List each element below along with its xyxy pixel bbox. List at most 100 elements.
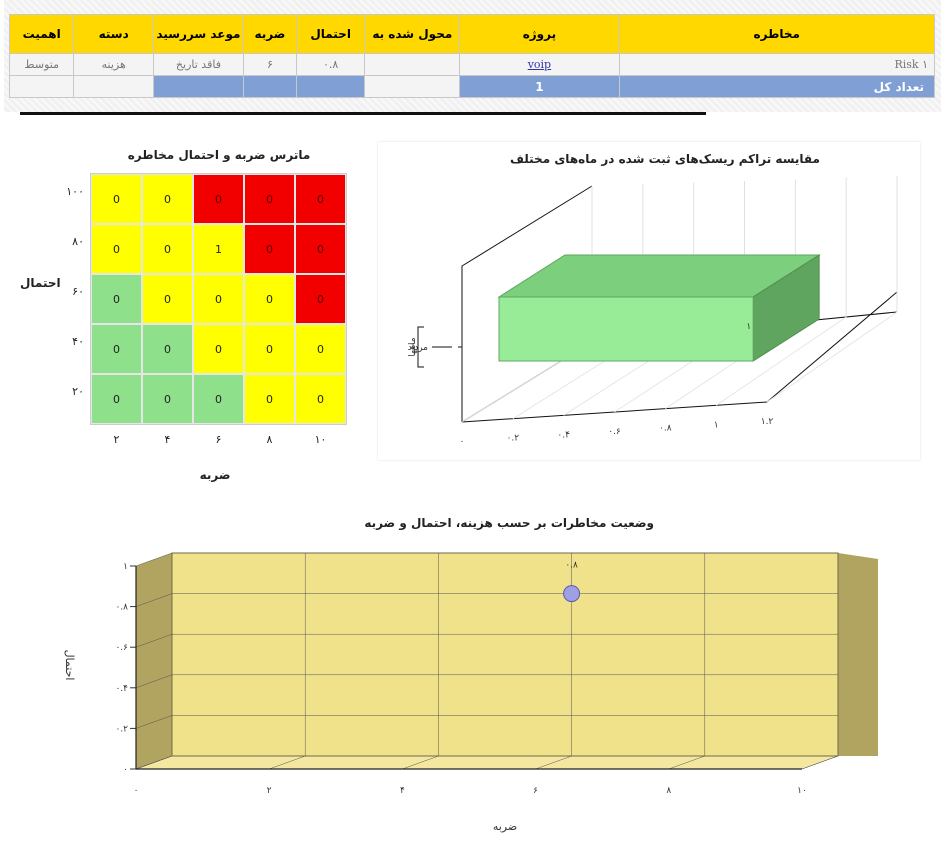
project-link[interactable]: voip <box>528 58 551 71</box>
x-tick-label: ۸ <box>666 786 671 796</box>
table-header-row: مخاطره پروژه محول شده به احتمال ضربه موع… <box>8 14 936 54</box>
impact-cell: ۶ <box>242 53 297 76</box>
y-tick-label: ۰.۲ <box>115 724 128 734</box>
risk-matrix-panel: ماترس ضربه و احتمال مخاطره 0000000100000… <box>0 140 360 490</box>
matrix-cell: 0 <box>295 274 346 324</box>
section-divider <box>20 112 706 115</box>
matrix-cell: 0 <box>244 224 295 274</box>
matrix-cell: 0 <box>295 324 346 374</box>
y-tick-label: ۰.۸ <box>115 603 128 613</box>
left-wall <box>136 553 172 769</box>
x-tick-label: ۱ <box>714 420 719 430</box>
matrix-cell: 0 <box>91 174 142 224</box>
total-empty-3 <box>8 75 75 98</box>
x-tick-label: ۶ <box>533 786 538 796</box>
header-project[interactable]: پروژه <box>459 14 620 54</box>
matrix-cell: 1 <box>193 224 244 274</box>
assignee-cell <box>364 53 461 76</box>
matrix-cell: 0 <box>295 224 346 274</box>
x-tick-label: ۰ <box>460 437 465 447</box>
matrix-col-label: ۴ <box>164 433 171 446</box>
header-category[interactable]: دسته <box>73 14 155 54</box>
table-row: Risk ۱ voip ۰.۸ ۶ فاقد تاریخ هزینه متوسط <box>8 53 936 76</box>
matrix-x-axis-label: ضربه <box>199 468 231 482</box>
total-label: تعداد کل <box>618 75 936 98</box>
total-blue-1 <box>295 75 366 98</box>
total-empty <box>364 75 461 98</box>
total-blue-2 <box>242 75 297 98</box>
matrix-cell: 0 <box>244 324 295 374</box>
plot-area <box>171 552 839 757</box>
matrix-cell: 0 <box>142 174 193 224</box>
y-axis-title: احتمال <box>63 650 76 681</box>
bubble-chart-title: وضعیت مخاطرات بر حسب هزینه، احتمال و ضرب… <box>364 516 654 530</box>
risk-table-panel: مخاطره پروژه محول شده به احتمال ضربه موع… <box>4 0 941 112</box>
header-due[interactable]: موعد سررسید <box>153 14 244 54</box>
matrix-cell: 0 <box>91 324 142 374</box>
bubble-chart: ۰ ۲ ۴ ۶ ۸ ۱۰ ۰ ۰.۲ ۰.۴ ۰.۶ ۰.۸ ۱ ۰.۸ ضربه احتمال <box>63 552 878 833</box>
matrix-cell: 0 <box>142 274 193 324</box>
matrix-y-axis-label: احتمال <box>20 276 61 290</box>
x-tick-label: ۰.۶ <box>608 427 621 437</box>
y-tick-label: ۰ <box>123 765 128 775</box>
y-tick-label: ۰.۶ <box>115 643 128 653</box>
matrix-row-label: ۴۰ <box>72 335 84 348</box>
risk-link[interactable]: Risk ۱ <box>618 53 936 76</box>
matrix-cell: 0 <box>295 374 346 424</box>
x-tick-label: ۰ <box>134 786 139 796</box>
x-tick-label: ۰.۲ <box>507 434 520 444</box>
y-tick-label: ۱ <box>123 562 128 572</box>
matrix-cell: 0 <box>244 374 295 424</box>
x-tick-label: ۴ <box>400 786 405 796</box>
header-risk[interactable]: مخاطره <box>618 14 936 54</box>
category-cell: هزینه <box>73 53 155 76</box>
matrix-col-label: ۲ <box>113 433 120 446</box>
header-importance[interactable]: اهمیت <box>8 14 75 54</box>
matrix-title: ماترس ضربه و احتمال مخاطره <box>127 148 311 162</box>
right-edge <box>838 553 878 756</box>
importance-cell: متوسط <box>8 53 75 76</box>
project-cell: voip <box>459 53 620 76</box>
data-point-label: ۰.۸ <box>565 561 578 571</box>
total-value: 1 <box>459 75 620 98</box>
bar-value-label: ۱ <box>746 322 751 332</box>
bar-chart: ۰ ۰.۲ ۰.۴ ۰.۶ ۰.۸ ۱ ۱.۲۱مردادماهها <box>408 176 898 447</box>
x-tick-label: ۱۰ <box>797 786 807 796</box>
floor <box>135 755 839 770</box>
x-tick-label: ۰.۴ <box>557 430 570 440</box>
x-tick-label: ۰.۸ <box>659 424 672 434</box>
x-tick-label: ۲ <box>267 786 272 796</box>
matrix-cell: 0 <box>91 274 142 324</box>
x-tick-label: ۱.۲ <box>761 417 774 427</box>
total-blue-3 <box>153 75 244 98</box>
due-cell: فاقد تاریخ <box>153 53 244 76</box>
y-axis-label: ماهها <box>408 337 418 356</box>
matrix-cell: 0 <box>295 174 346 224</box>
risk-matrix-grid: 0000000100000000000000000 <box>90 173 347 425</box>
header-probability[interactable]: احتمال <box>295 14 366 54</box>
matrix-row-label: ۸۰ <box>72 235 84 248</box>
matrix-cell: 0 <box>244 174 295 224</box>
matrix-cell: 0 <box>91 374 142 424</box>
matrix-cell: 0 <box>142 324 193 374</box>
probability-cell: ۰.۸ <box>295 53 366 76</box>
bar <box>498 296 754 362</box>
matrix-cell: 0 <box>91 224 142 274</box>
matrix-col-label: ۱۰ <box>314 433 327 446</box>
matrix-cell: 0 <box>193 324 244 374</box>
x-axis-title: ضربه <box>493 820 517 833</box>
matrix-row-label: ۱۰۰ <box>66 185 84 198</box>
y-tick-label: ۰.۴ <box>115 684 128 694</box>
matrix-cell: 0 <box>193 274 244 324</box>
monthly-risk-chart-panel: مقایسه تراکم ریسک‌های ثبت شده در ماه‌های… <box>378 142 920 460</box>
matrix-row-label: ۲۰ <box>72 385 84 398</box>
table-total-row: تعداد کل 1 <box>8 75 936 98</box>
matrix-cell: 0 <box>193 174 244 224</box>
data-point <box>563 585 581 603</box>
header-assignee[interactable]: محول شده به <box>364 14 461 54</box>
matrix-col-label: ۶ <box>215 433 222 446</box>
total-empty-2 <box>73 75 155 98</box>
matrix-cell: 0 <box>193 374 244 424</box>
header-impact[interactable]: ضربه <box>242 14 297 54</box>
matrix-cell: 0 <box>142 374 193 424</box>
